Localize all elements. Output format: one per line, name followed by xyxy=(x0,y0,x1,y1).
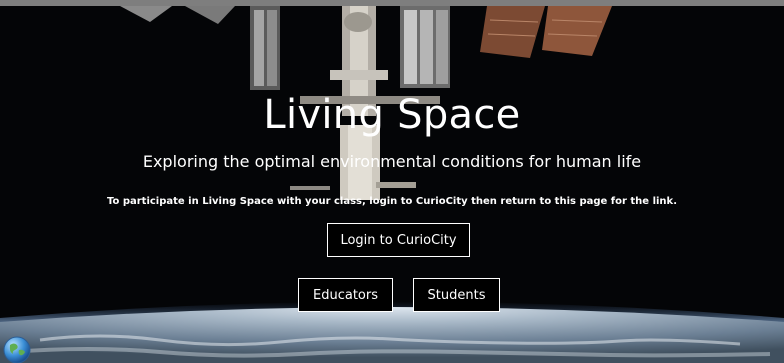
top-border-bar xyxy=(0,0,784,6)
login-curiocity-button[interactable]: Login to CurioCity xyxy=(327,223,470,257)
participation-note: To participate in Living Space with your… xyxy=(106,196,677,207)
page-title: Living Space xyxy=(263,92,521,138)
globe-icon[interactable] xyxy=(2,335,32,363)
educators-button[interactable]: Educators xyxy=(298,278,393,312)
students-button[interactable]: Students xyxy=(413,278,500,312)
hero-banner: Living Space Exploring the optimal envir… xyxy=(0,0,784,363)
page-subtitle: Exploring the optimal environmental cond… xyxy=(142,152,642,171)
